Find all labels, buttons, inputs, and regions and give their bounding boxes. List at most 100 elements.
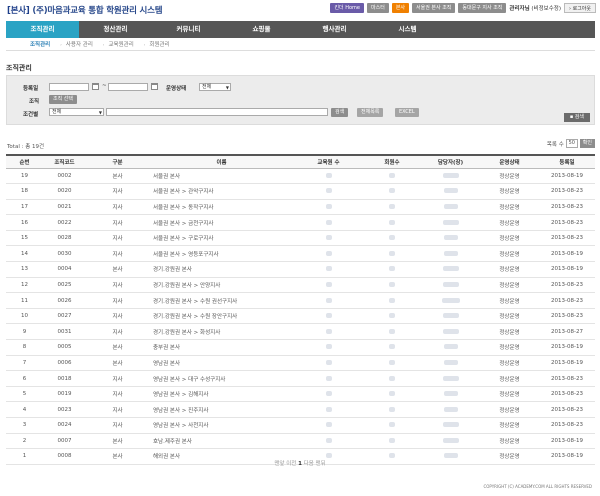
redacted-value [325, 344, 332, 350]
excel-button[interactable]: EXCEL [395, 108, 419, 117]
row-code: 0027 [43, 308, 86, 325]
table-row[interactable]: 14 0030 지사 서울권 본사 > 영등포구지사 정상운영 2013-08-19 [6, 245, 595, 263]
list-count-confirm-button[interactable]: 확인 [579, 139, 595, 148]
row-name[interactable]: 서울권 본사 > 동작구지사 [149, 199, 294, 216]
row-type: 지사 [86, 370, 149, 387]
row-date: 2013-08-23 [539, 308, 595, 325]
table-row[interactable]: 12 0025 지사 경기.강원권 본사 > 안양지사 정상운영 2013-08-23 [6, 277, 595, 294]
table-row[interactable]: 7 0006 본사 영남권 본사 정상운영 2013-08-19 [6, 355, 595, 372]
table-row[interactable]: 15 0028 지사 서울권 본사 > 구로구지사 정상운영 2013-08-23 [6, 230, 595, 247]
status-select[interactable]: 전체 ▼ [199, 83, 231, 91]
col-header-date: 등록일 [539, 154, 595, 169]
row-name[interactable]: 서울권 본사 [149, 168, 294, 185]
row-name[interactable]: 서울권 본사 > 영등포구지사 [149, 245, 294, 263]
subnav-education-center[interactable]: 교육원관리 [109, 40, 134, 48]
calendar-icon[interactable] [92, 83, 99, 90]
hq-link[interactable]: 본사 [391, 3, 410, 13]
condition-select-value: 전체 [52, 109, 62, 115]
row-name[interactable]: 경기.강원권 본사 > 안양지사 [149, 277, 294, 294]
redacted-value [325, 250, 332, 256]
logout-button[interactable]: › 로그아웃 [564, 3, 596, 13]
pager-prev[interactable]: 이전 [286, 461, 296, 467]
redacted-value [389, 219, 395, 225]
tab-settlement[interactable]: 정산관리 [79, 21, 152, 38]
row-type: 지사 [86, 230, 149, 247]
row-type: 본사 [86, 261, 149, 278]
table-row[interactable]: 16 0022 지사 서울권 본사 > 금천구지사 정상운영 2013-08-23 [6, 214, 595, 231]
subnav-users[interactable]: 사용자 관리 [66, 40, 93, 48]
table-row[interactable]: 13 0004 본사 경기.강원권 본사 정상운영 2013-08-19 [6, 261, 595, 278]
row-name[interactable]: 경기.강원권 본사 [149, 261, 294, 278]
table-row[interactable]: 18 0020 지사 서울권 본사 > 관악구지사 정상운영 2013-08-23 [6, 183, 595, 200]
all-list-button[interactable]: 전체목록 [357, 108, 384, 117]
table-row[interactable]: 4 0023 지사 영남권 본사 > 진주지사 정상운영 2013-08-23 [6, 401, 595, 418]
row-type: 본사 [86, 339, 149, 356]
pager-last[interactable]: 맨뒤 [316, 461, 326, 467]
status-label: 운영상태 [166, 86, 187, 92]
row-name[interactable]: 영남권 본사 > 진주지사 [149, 401, 294, 418]
subnav-org[interactable]: 조직관리 [30, 40, 50, 48]
dongdaemun-org-link[interactable]: 동대문구 지사 조직 [458, 3, 507, 13]
row-name[interactable]: 호남.제주권 본사 [149, 433, 294, 450]
col-header-status: 운영상태 [480, 154, 539, 169]
row-status: 정상운영 [480, 277, 539, 294]
row-name[interactable]: 서울권 본사 > 금천구지사 [149, 214, 294, 231]
table-row[interactable]: 11 0026 지사 경기.강원권 본사 > 수원 권선구지사 정상운영 2013-08-… [6, 292, 595, 309]
col-header-name: 이름 [149, 154, 294, 169]
row-name[interactable]: 경기.강원권 본사 > 화성지사 [149, 323, 294, 341]
row-no: 3 [6, 417, 43, 434]
row-name[interactable]: 충부권 본사 [149, 339, 294, 356]
copyright: COPYRIGHT (C) ACADEMY.COM ALL RIGHTS RES… [483, 484, 592, 489]
table-row[interactable]: 3 0024 지사 영남권 본사 > 사천지사 정상운영 2013-08-23 [6, 417, 595, 434]
row-name[interactable]: 영남권 본사 > 김해지사 [149, 386, 294, 403]
table-row[interactable]: 6 0018 지사 영남권 본사 > 대구 수성구지사 정상운영 2013-08-23 [6, 370, 595, 387]
row-manager [421, 199, 480, 216]
table-row[interactable]: 5 0019 지사 영남권 본사 > 김해지사 정상운영 2013-08-23 [6, 386, 595, 403]
condition-keyword-input[interactable] [106, 108, 328, 116]
row-no: 9 [6, 323, 43, 341]
table-row[interactable]: 2 0007 본사 호남.제주권 본사 정상운영 2013-08-19 [6, 433, 595, 450]
reg-date-to-input[interactable] [108, 83, 148, 91]
search-button[interactable]: 검색 [331, 108, 349, 117]
redacted-value [389, 406, 395, 412]
tab-community[interactable]: 커뮤니티 [152, 21, 225, 38]
tab-events[interactable]: 행사관리 [298, 21, 371, 38]
seoul-hq-org-link[interactable]: 서울권 본사 조직 [412, 3, 456, 13]
redacted-value [325, 219, 332, 225]
row-date: 2013-08-23 [539, 292, 595, 309]
table-row[interactable]: 19 0002 본사 서울권 본사 정상운영 2013-08-19 [6, 168, 595, 185]
calendar-icon[interactable] [151, 83, 158, 90]
redacted-value [389, 297, 395, 303]
table-row[interactable]: 10 0027 지사 경기.강원권 본사 > 수원 장안구지사 정상운영 2013-08-… [6, 308, 595, 325]
row-name[interactable]: 서울권 본사 > 구로구지사 [149, 230, 294, 247]
chevron-down-icon: ▼ [98, 110, 102, 115]
kinder-home-link[interactable]: 킨더 Home [330, 3, 365, 13]
tab-shopping[interactable]: 쇼핑몰 [225, 21, 298, 38]
subnav-members[interactable]: 회원관리 [149, 40, 169, 48]
pager-current[interactable]: 1 [298, 461, 302, 467]
master-link[interactable]: 마스터 [367, 3, 389, 13]
tab-org-management[interactable]: 조직관리 [6, 21, 79, 38]
row-name[interactable]: 영남권 본사 [149, 355, 294, 372]
row-name[interactable]: 영남권 본사 > 사천지사 [149, 417, 294, 434]
redacted-value [325, 235, 332, 241]
row-name[interactable]: 영남권 본사 > 대구 수성구지사 [149, 370, 294, 387]
row-name[interactable]: 서울권 본사 > 관악구지사 [149, 183, 294, 200]
edit-info-link[interactable]: (비정보수정) [531, 6, 561, 12]
list-count-input[interactable]: 50 [565, 139, 578, 148]
pager-first[interactable]: 맨앞 [274, 461, 284, 467]
table-row[interactable]: 8 0005 본사 충부권 본사 정상운영 2013-08-19 [6, 339, 595, 356]
table-row[interactable]: 17 0021 지사 서울권 본사 > 동작구지사 정상운영 2013-08-23 [6, 199, 595, 216]
row-name[interactable]: 경기.강원권 본사 > 수원 권선구지사 [149, 292, 294, 309]
side-search-button[interactable]: ▪ 검색 [563, 113, 590, 122]
redacted-value [325, 453, 332, 459]
tab-system[interactable]: 시스템 [371, 21, 444, 38]
condition-select[interactable]: 전체 ▼ [49, 108, 104, 116]
list-count-label: 목록 수 [546, 141, 564, 148]
table-row[interactable]: 9 0031 지사 경기.강원권 본사 > 화성지사 정상운영 2013-08-27 [6, 323, 595, 341]
reg-date-from-input[interactable] [49, 83, 89, 91]
org-select-button[interactable]: 조직 선택 [49, 95, 77, 104]
row-name[interactable]: 경기.강원권 본사 > 수원 장안구지사 [149, 308, 294, 325]
pager-next[interactable]: 다음 [304, 461, 314, 467]
row-status: 정상운영 [480, 323, 539, 341]
